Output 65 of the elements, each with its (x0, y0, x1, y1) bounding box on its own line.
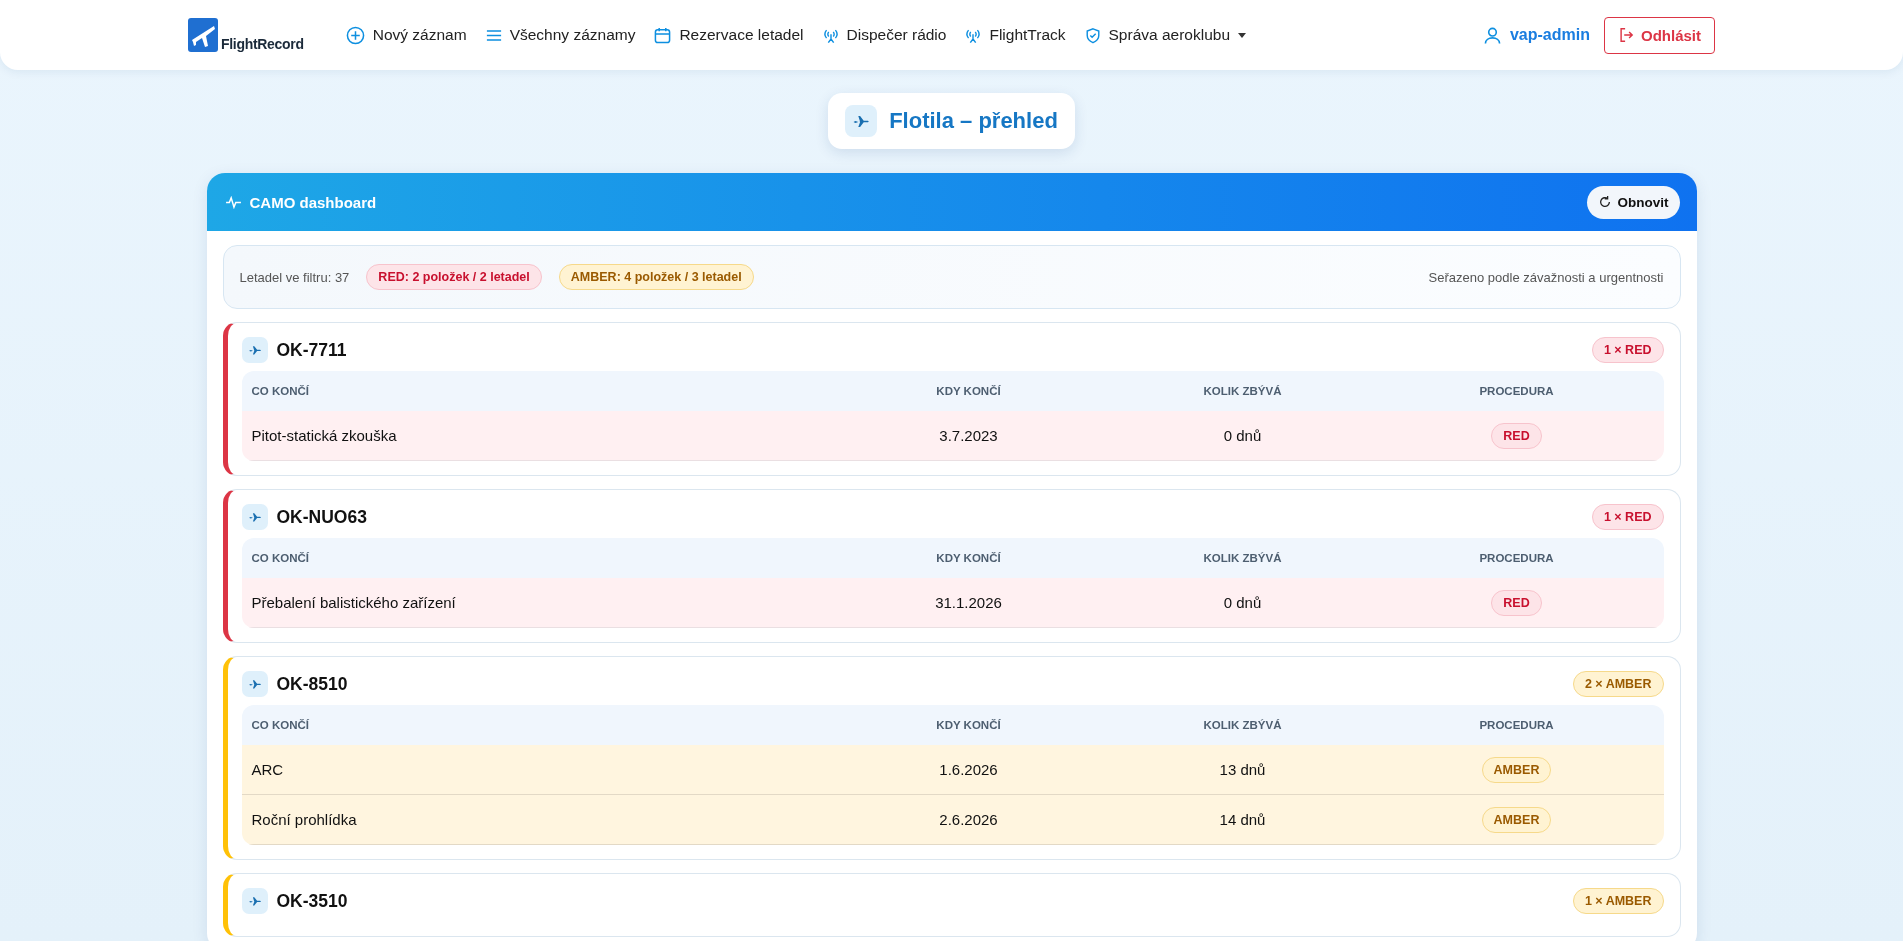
menu-icon (485, 28, 502, 42)
table-cell-text: 13 dnů (1218, 761, 1267, 778)
user-icon (1483, 26, 1501, 44)
column-header: KOLIK ZBÝVÁ (1202, 385, 1283, 397)
nav-link[interactable]: Všechny záznamy (485, 25, 636, 45)
table-cell-text: Roční prohlídka (251, 811, 358, 828)
severity-count-badge: 2 × AMBER (1572, 671, 1664, 697)
severity-badge: AMBER: 4 položek / 3 letadel (558, 264, 754, 290)
brand-logo[interactable]: FlightRecord (188, 18, 304, 52)
table-cell-text: 2.6.2026 (938, 811, 999, 828)
dashboard-title: CAMO dashboard (249, 193, 377, 211)
nav-link[interactable]: Rezervace letadel (654, 25, 804, 45)
severity-count-badge: 1 × RED (1591, 504, 1664, 530)
nav-link[interactable]: Dispečer rádio (822, 25, 947, 45)
column-header: KDY KONČÍ (935, 719, 1002, 731)
column-header: KDY KONČÍ (935, 385, 1002, 397)
shield-icon (1084, 26, 1101, 44)
column-header: PROCEDURA (1478, 719, 1555, 731)
airplane-icon (241, 671, 268, 697)
procedure-badge: RED (1491, 422, 1542, 449)
table-cell-text: 0 dnů (1222, 594, 1263, 611)
procedure-badge: AMBER (1481, 806, 1552, 833)
column-header: KDY KONČÍ (935, 552, 1002, 564)
sort-note: Seřazeno podle závažnosti a urgentnosti (1428, 269, 1664, 285)
table-cell-text: 31.1.2026 (934, 594, 1003, 611)
aircraft-registration: OK-NUO63 (276, 506, 367, 528)
column-header: CO KONČÍ (251, 385, 310, 397)
refresh-icon (1597, 195, 1612, 209)
severity-count-badge: 1 × AMBER (1572, 888, 1664, 914)
refresh-button[interactable]: Obnovit (1586, 185, 1680, 219)
table-cell-text: Přebalení balistického zařízení (251, 594, 457, 611)
column-header: KOLIK ZBÝVÁ (1202, 719, 1283, 731)
page-title: Flotila – přehled (889, 108, 1058, 134)
aircraft-registration: OK-3510 (276, 890, 348, 912)
column-header: CO KONČÍ (251, 719, 310, 731)
procedure-badge: AMBER (1481, 756, 1552, 783)
table-cell-text: 0 dnů (1222, 427, 1263, 444)
plus-circle-icon (345, 25, 365, 45)
pulse-icon (224, 195, 242, 209)
severity-count-badge: 1 × RED (1591, 337, 1664, 363)
table-cell-text: ARC (251, 761, 285, 778)
airplane-icon (845, 105, 878, 137)
table-cell-text: Pitot-statická zkouška (251, 427, 398, 444)
column-header: CO KONČÍ (251, 552, 310, 564)
column-header: PROCEDURA (1478, 385, 1555, 397)
table-cell-text: 3.7.2023 (938, 427, 999, 444)
aircraft-registration: OK-7711 (276, 339, 347, 361)
aircraft-registration: OK-8510 (276, 673, 348, 695)
table-cell-text: 1.6.2026 (938, 761, 999, 778)
airplane-icon (241, 888, 268, 914)
table-cell-text: 14 dnů (1218, 811, 1267, 828)
airplane-icon (241, 504, 268, 530)
nav-link[interactable]: FlightTrack (965, 25, 1066, 45)
nav-link[interactable]: Nový záznam (345, 25, 467, 45)
nav-link[interactable]: Správa aeroklubu (1084, 25, 1246, 45)
logout-button[interactable]: Odhlásit (1604, 16, 1715, 54)
calendar-icon (654, 26, 672, 44)
user-link[interactable]: vap-admin (1483, 26, 1590, 44)
severity-badge: RED: 2 položek / 2 letadel (366, 264, 542, 290)
procedure-badge: RED (1491, 589, 1542, 616)
column-header: KOLIK ZBÝVÁ (1202, 552, 1283, 564)
airplane-icon (241, 337, 268, 363)
aircraft-count: Letadel ve filtru: 37 (239, 269, 350, 285)
column-header: PROCEDURA (1478, 552, 1555, 564)
logout-icon (1618, 27, 1634, 43)
